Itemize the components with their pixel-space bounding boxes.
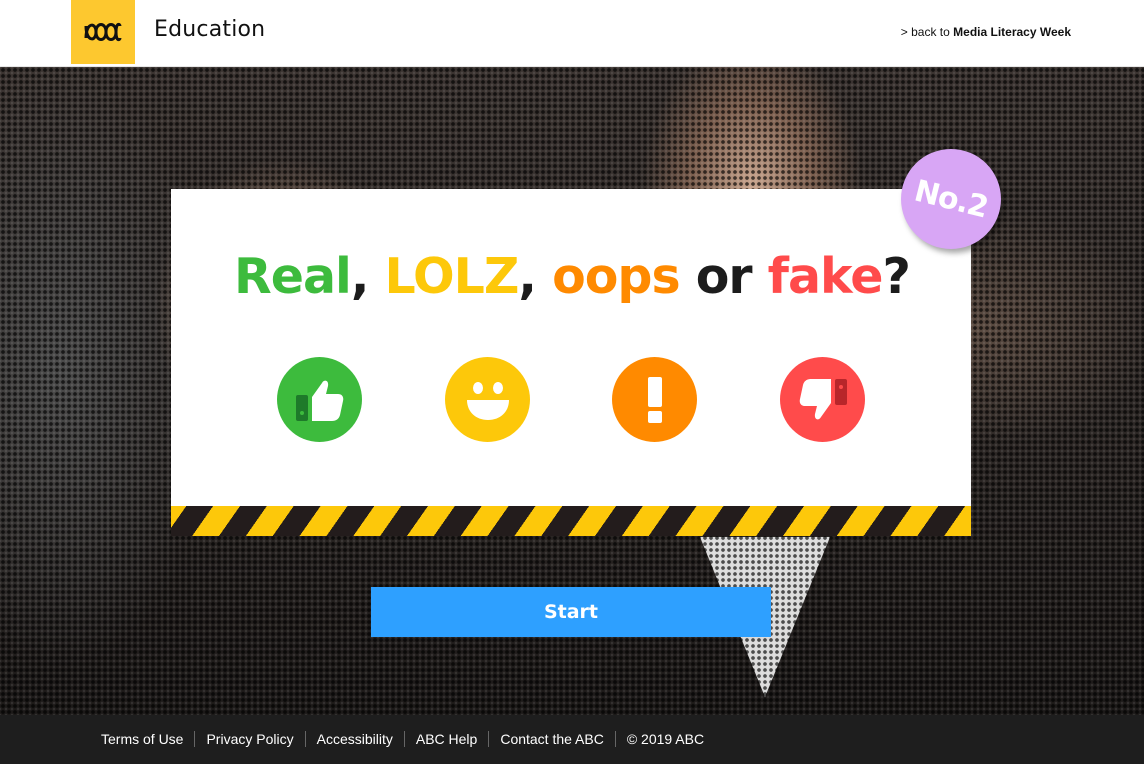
title-question-mark: ? <box>882 248 911 305</box>
footer-divider <box>403 731 405 747</box>
site-header: Education > back to Media Literacy Week <box>0 0 1144 67</box>
exclamation-icon <box>647 376 662 423</box>
title-or: or <box>695 248 753 305</box>
back-to-media-literacy-link[interactable]: > back to Media Literacy Week <box>901 25 1071 39</box>
oops-option[interactable] <box>612 357 697 442</box>
footer-divider <box>304 731 306 747</box>
hazard-stripes <box>171 506 971 536</box>
abc-logo[interactable] <box>71 0 135 64</box>
badge-label: No.2 <box>910 173 992 225</box>
copyright-text: © 2019 ABC <box>626 731 705 747</box>
quiz-title: Real, LOLZ, oops or fake? <box>0 248 1144 305</box>
accessibility-link[interactable]: Accessibility <box>317 731 393 747</box>
site-footer: Terms of Use Privacy Policy Accessibilit… <box>0 715 1144 764</box>
footer-divider <box>488 731 490 747</box>
start-button[interactable]: Start <box>371 587 771 637</box>
fake-option[interactable] <box>780 357 865 442</box>
contact-the-abc-link[interactable]: Contact the ABC <box>500 731 604 747</box>
smiley-face-icon <box>466 381 509 420</box>
footer-links: Terms of Use Privacy Policy Accessibilit… <box>101 731 704 747</box>
quiz-card <box>171 189 971 536</box>
footer-divider <box>614 731 616 747</box>
back-link-label: Media Literacy Week <box>953 25 1071 39</box>
episode-badge: No.2 <box>901 149 1001 249</box>
real-option[interactable] <box>277 357 362 442</box>
footer-divider <box>194 731 196 747</box>
terms-of-use-link[interactable]: Terms of Use <box>101 731 183 747</box>
title-fake: fake <box>767 248 884 305</box>
brand-title: Education <box>154 17 266 42</box>
thumbs-down-icon <box>799 378 847 419</box>
title-lolz: LOLZ <box>384 248 520 305</box>
lolz-option[interactable] <box>445 357 530 442</box>
abc-lissajous-icon <box>84 22 122 42</box>
title-real: Real <box>234 248 352 305</box>
thumbs-up-icon <box>295 380 343 421</box>
privacy-policy-link[interactable]: Privacy Policy <box>206 731 293 747</box>
title-comma-1: , <box>350 248 370 305</box>
title-oops: oops <box>552 248 681 305</box>
title-comma-2: , <box>518 248 537 305</box>
back-link-prefix: > back to <box>900 25 954 39</box>
abc-help-link[interactable]: ABC Help <box>416 731 477 747</box>
